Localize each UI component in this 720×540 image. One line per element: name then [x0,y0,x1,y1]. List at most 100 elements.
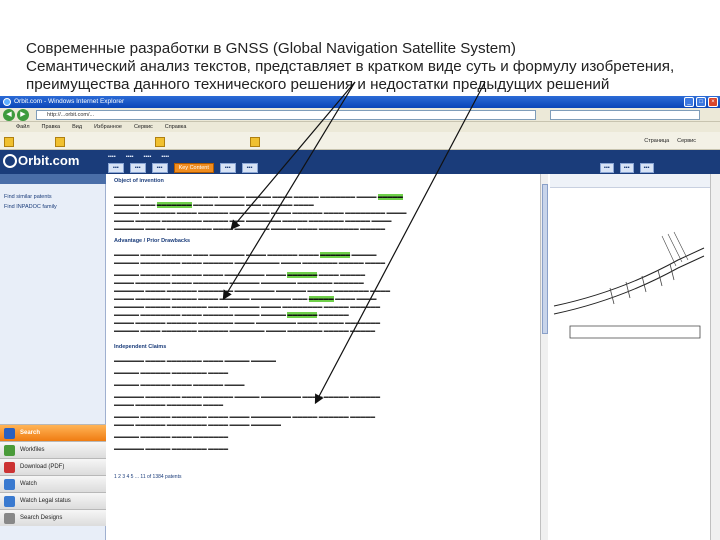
orbit-header: Orbit.com ▪▪▪▪ ▪▪▪▪ ▪▪▪▪ ▪▪▪▪ ▪▪▪ ▪▪▪ ▪▪… [0,150,720,174]
doc-text-line: ▬▬▬▬ ▬▬▬▬▬▬ ▬▬▬▬▬▬▬▬ ▬▬▬▬ ▬▬▬▬ ▬▬▬▬▬▬ [114,422,281,428]
section-advantage: Advantage / Prior Drawbacks [114,238,191,244]
image-toolbar [550,174,710,188]
orbit-menu-item[interactable]: ▪▪▪▪ [161,153,169,161]
doc-text-line: ▬▬▬▬▬▬ ▬▬▬▬▬ ▬▬▬▬▬▬▬ ▬▬▬▬ [114,446,229,452]
back-icon[interactable]: ◀ [3,109,15,121]
nav-workfiles-label: Workfiles [20,447,45,453]
doc-text-line: ▬▬▬▬▬▬ ▬▬▬▬ ▬▬▬▬▬▬▬ ▬▬▬▬ ▬▬▬▬▬ ▬▬▬▬▬ [114,358,276,364]
menu-tools[interactable]: Сервис [134,122,153,132]
minimize-button[interactable]: _ [684,97,694,107]
browser-menu-bar: Файл Правка Вид Избранное Сервис Справка [0,122,720,132]
orbit-menu-item[interactable]: ▪▪▪▪ [126,153,134,161]
maximize-button[interactable]: □ [696,97,706,107]
workfiles-icon [4,445,15,456]
browser-title-bar: Orbit.com - Windows Internet Explorer _ … [0,96,720,108]
ie-icon [3,98,11,106]
url-input[interactable]: http://...orbit.com/... [36,110,536,120]
nav-workfiles[interactable]: Workfiles [0,441,106,458]
command-bar: Страница Сервис [644,136,696,146]
watch-icon [4,479,15,490]
menu-edit[interactable]: Правка [42,122,61,132]
nav-search-designs-label: Search Designs [20,515,63,521]
page-menu[interactable]: Страница [644,136,669,146]
forward-icon[interactable]: ▶ [17,109,29,121]
doc-text-line: ▬▬▬▬▬▬ ▬▬▬▬▬▬▬ ▬▬▬▬ ▬▬▬▬▬▬ ▬▬▬▬▬ ▬▬▬▬▬▬▬… [114,394,381,400]
scrollbar-thumb[interactable] [542,184,548,334]
patent-drawing-panel [550,174,710,540]
find-similar-link[interactable]: Find similar patents [4,194,52,200]
patent-drawing [553,231,705,339]
result-pager[interactable]: 1 2 3 4 5 ... 11 of 1384 patents [114,474,532,480]
search-nav-icon [4,428,15,439]
doc-text-line: ▬▬▬▬ ▬▬▬▬▬▬▬ ▬▬▬▬ ▬▬▬▬▬▬▬ ▬▬▬▬▬▬ ▬▬▬▬▬▬▬… [114,280,364,286]
left-panel-header [0,174,106,184]
browser-window: Orbit.com - Windows Internet Explorer _ … [0,96,720,540]
orbit-top-menu: ▪▪▪▪ ▪▪▪▪ ▪▪▪▪ ▪▪▪▪ [108,153,169,161]
favorite-link-4[interactable] [250,136,330,147]
doc-text-line: ▬▬▬▬▬ ▬▬▬▬▬▬▬▬ ▬▬▬▬ ▬▬▬▬▬▬ ▬▬▬▬▬ ▬▬▬▬▬ ▬… [114,312,349,318]
nav-download-label: Download (PDF) [20,464,65,470]
image-panel-tabs: ▪▪▪ ▪▪▪ ▪▪▪ [600,163,654,173]
tab-5[interactable]: ▪▪▪ [219,163,236,173]
favorites-bar: Страница Сервис [0,132,720,150]
caption-line-3: преимущества данного технического решени… [26,76,610,93]
nav-search-label: Search [20,430,41,436]
tab-key-content[interactable]: Key Content [173,163,214,173]
slide-caption: Современные разработки в GNSS (Global Na… [26,40,716,94]
doc-text-line: ▬▬▬▬▬ ▬▬▬▬▬▬ ▬▬▬▬▬▬ ▬▬▬▬ ▬▬▬▬▬▬▬▬ ▬▬▬▬ ▬… [114,272,366,278]
doc-text-line: ▬▬▬▬ ▬▬▬▬▬ ▬▬▬▬▬▬▬▬ ▬▬▬▬▬ ▬▬▬ ▬▬▬▬▬▬▬ ▬▬… [114,218,392,224]
pdf-icon [4,462,15,473]
doc-text-line: ▬▬▬▬▬▬ ▬▬▬▬ ▬▬▬▬▬▬▬▬▬ ▬▬▬▬ ▬▬▬▬▬▬▬ ▬▬▬▬▬… [114,226,386,232]
tab-6[interactable]: ▪▪▪ [241,163,258,173]
doc-text-line: ▬▬▬▬▬ ▬▬▬▬ ▬▬▬▬▬▬▬ ▬▬▬▬▬▬ ▬▬▬▬▬▬▬ ▬▬▬▬ ▬… [114,328,376,334]
doc-text-line: ▬▬▬▬ ▬▬▬▬▬▬ ▬▬▬▬▬▬ ▬▬▬▬▬▬▬ ▬▬▬▬ ▬▬▬▬▬▬▬▬… [114,320,381,326]
image-tab[interactable]: ▪▪▪ [600,163,614,173]
orbit-menu-item[interactable]: ▪▪▪▪ [108,153,116,161]
drawings-tab[interactable]: ▪▪▪ [619,163,634,173]
favorite-link-1[interactable] [4,136,44,147]
menu-view[interactable]: Вид [72,122,82,132]
favorite-link-2[interactable] [55,136,135,147]
window-controls: _ □ × [684,97,718,107]
doc-text-line: ▬▬▬▬▬ ▬▬▬▬▬▬ ▬▬▬▬ ▬▬▬▬▬▬ ▬▬▬▬ [114,382,245,388]
tab-3[interactable]: ▪▪▪ [151,163,168,173]
orbit-menu-item[interactable]: ▪▪▪▪ [144,153,152,161]
doc-text-line: ▬▬▬▬ ▬▬▬▬▬▬ ▬▬▬▬▬▬▬ ▬▬▬▬ [114,402,224,408]
doc-text-line: ▬▬▬▬▬▬ ▬▬▬▬ ▬▬▬▬▬▬ ▬▬▬▬▬▬▬ ▬▬▬▬▬▬▬▬ ▬▬▬▬… [114,288,391,294]
caption-line-1: Современные разработки в GNSS (Global Na… [26,40,516,57]
nav-watch-label: Watch [20,481,37,487]
orbit-logo-icon [3,154,17,168]
orbit-logo: Orbit.com [18,153,80,168]
menu-help[interactable]: Справка [165,122,187,132]
nav-search[interactable]: Search [0,424,106,441]
nav-watch[interactable]: Watch [0,475,106,492]
doc-text-line: ▬▬▬▬ ▬▬▬▬▬▬▬ ▬▬▬▬▬ ▬▬▬▬ ▬▬▬▬▬▬ ▬▬▬▬▬▬▬▬ … [114,296,377,302]
designs-icon [4,513,15,524]
browser-title: Orbit.com - Windows Internet Explorer [14,98,125,105]
favorite-link-3[interactable] [155,136,235,147]
left-panel: Find similar patents Find INPADOC family… [0,174,106,540]
nav-watch-legal-label: Watch Legal status [20,498,71,504]
tab-2[interactable]: ▪▪▪ [129,163,146,173]
image-scrollbar[interactable] [710,174,720,540]
nav-watch-legal[interactable]: Watch Legal status [0,492,106,509]
browser-search-input[interactable] [550,110,700,120]
close-button[interactable]: × [708,97,718,107]
thumbs-tab[interactable]: ▪▪▪ [639,163,654,173]
doc-text-line: ▬▬▬▬▬ ▬▬▬ ▬▬▬▬▬▬▬ ▬▬▬▬ ▬▬▬▬▬▬ ▬▬▬ ▬▬▬▬▬▬… [114,202,314,208]
menu-file[interactable]: Файл [16,122,30,132]
doc-text-line: ▬▬▬▬▬▬ ▬▬▬▬▬ ▬▬▬▬▬▬▬ ▬▬▬▬ ▬▬▬▬▬▬ ▬▬▬▬ ▬▬… [114,304,381,310]
doc-text-line: ▬▬▬▬▬ ▬▬▬▬▬▬ ▬▬▬▬▬▬▬ ▬▬▬▬ [114,370,229,376]
menu-favorites[interactable]: Избранное [94,122,122,132]
tab-1[interactable]: ▪▪▪ [108,163,124,173]
doc-text-line: ▬▬▬▬▬ ▬▬▬▬▬▬ ▬▬▬▬ ▬▬▬▬▬▬▬ [114,434,229,440]
nav-download[interactable]: Download (PDF) [0,458,106,475]
key-content-document: Object of invention ▬▬▬▬▬▬ ▬▬▬▬ ▬▬▬▬▬▬▬ … [108,174,540,540]
tools-menu[interactable]: Сервис [677,136,696,146]
document-scrollbar[interactable] [540,174,548,540]
legal-status-icon [4,496,15,507]
find-inpadoc-link[interactable]: Find INPADOC family [4,204,57,210]
doc-text-line: ▬▬▬▬▬ ▬▬▬▬▬▬▬▬ ▬▬▬▬ ▬▬▬▬▬▬ ▬▬▬▬▬▬▬▬▬ ▬▬▬… [114,260,386,266]
nav-search-designs[interactable]: Search Designs [0,509,106,526]
orbit-tabs: ▪▪▪ ▪▪▪ ▪▪▪ Key Content ▪▪▪ ▪▪▪ [108,163,258,173]
